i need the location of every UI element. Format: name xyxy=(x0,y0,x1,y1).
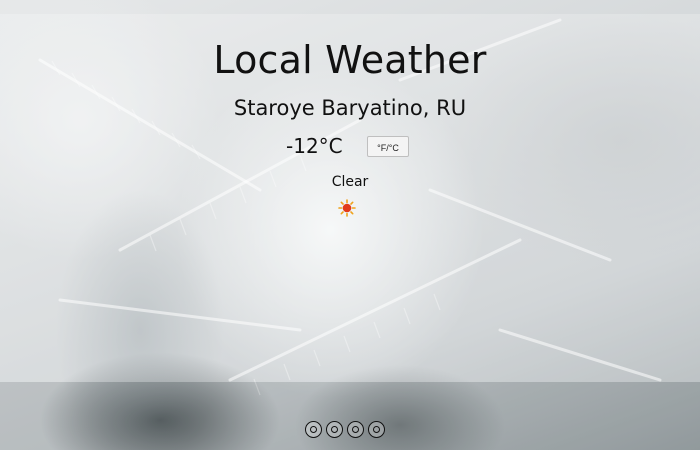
weather-condition: Clear xyxy=(331,174,369,190)
social-link-icon[interactable] xyxy=(368,421,385,438)
location-label: Staroye Baryatino, RU xyxy=(233,96,467,120)
temperature-row: -12°C °F/°C xyxy=(0,134,700,162)
social-link-glyph xyxy=(373,426,380,433)
page-title: Local Weather xyxy=(213,38,487,82)
social-link-glyph xyxy=(310,426,317,433)
footer-overlay-band xyxy=(0,382,700,450)
social-link-glyph xyxy=(352,426,359,433)
temperature-value: -12°C xyxy=(286,134,343,158)
social-link-icon[interactable] xyxy=(305,421,322,438)
social-link-icon[interactable] xyxy=(326,421,343,438)
social-link-icon[interactable] xyxy=(347,421,364,438)
sun-icon xyxy=(338,199,356,217)
unit-toggle-button[interactable]: °F/°C xyxy=(367,136,409,157)
social-link-glyph xyxy=(331,426,338,433)
social-links xyxy=(305,421,385,438)
